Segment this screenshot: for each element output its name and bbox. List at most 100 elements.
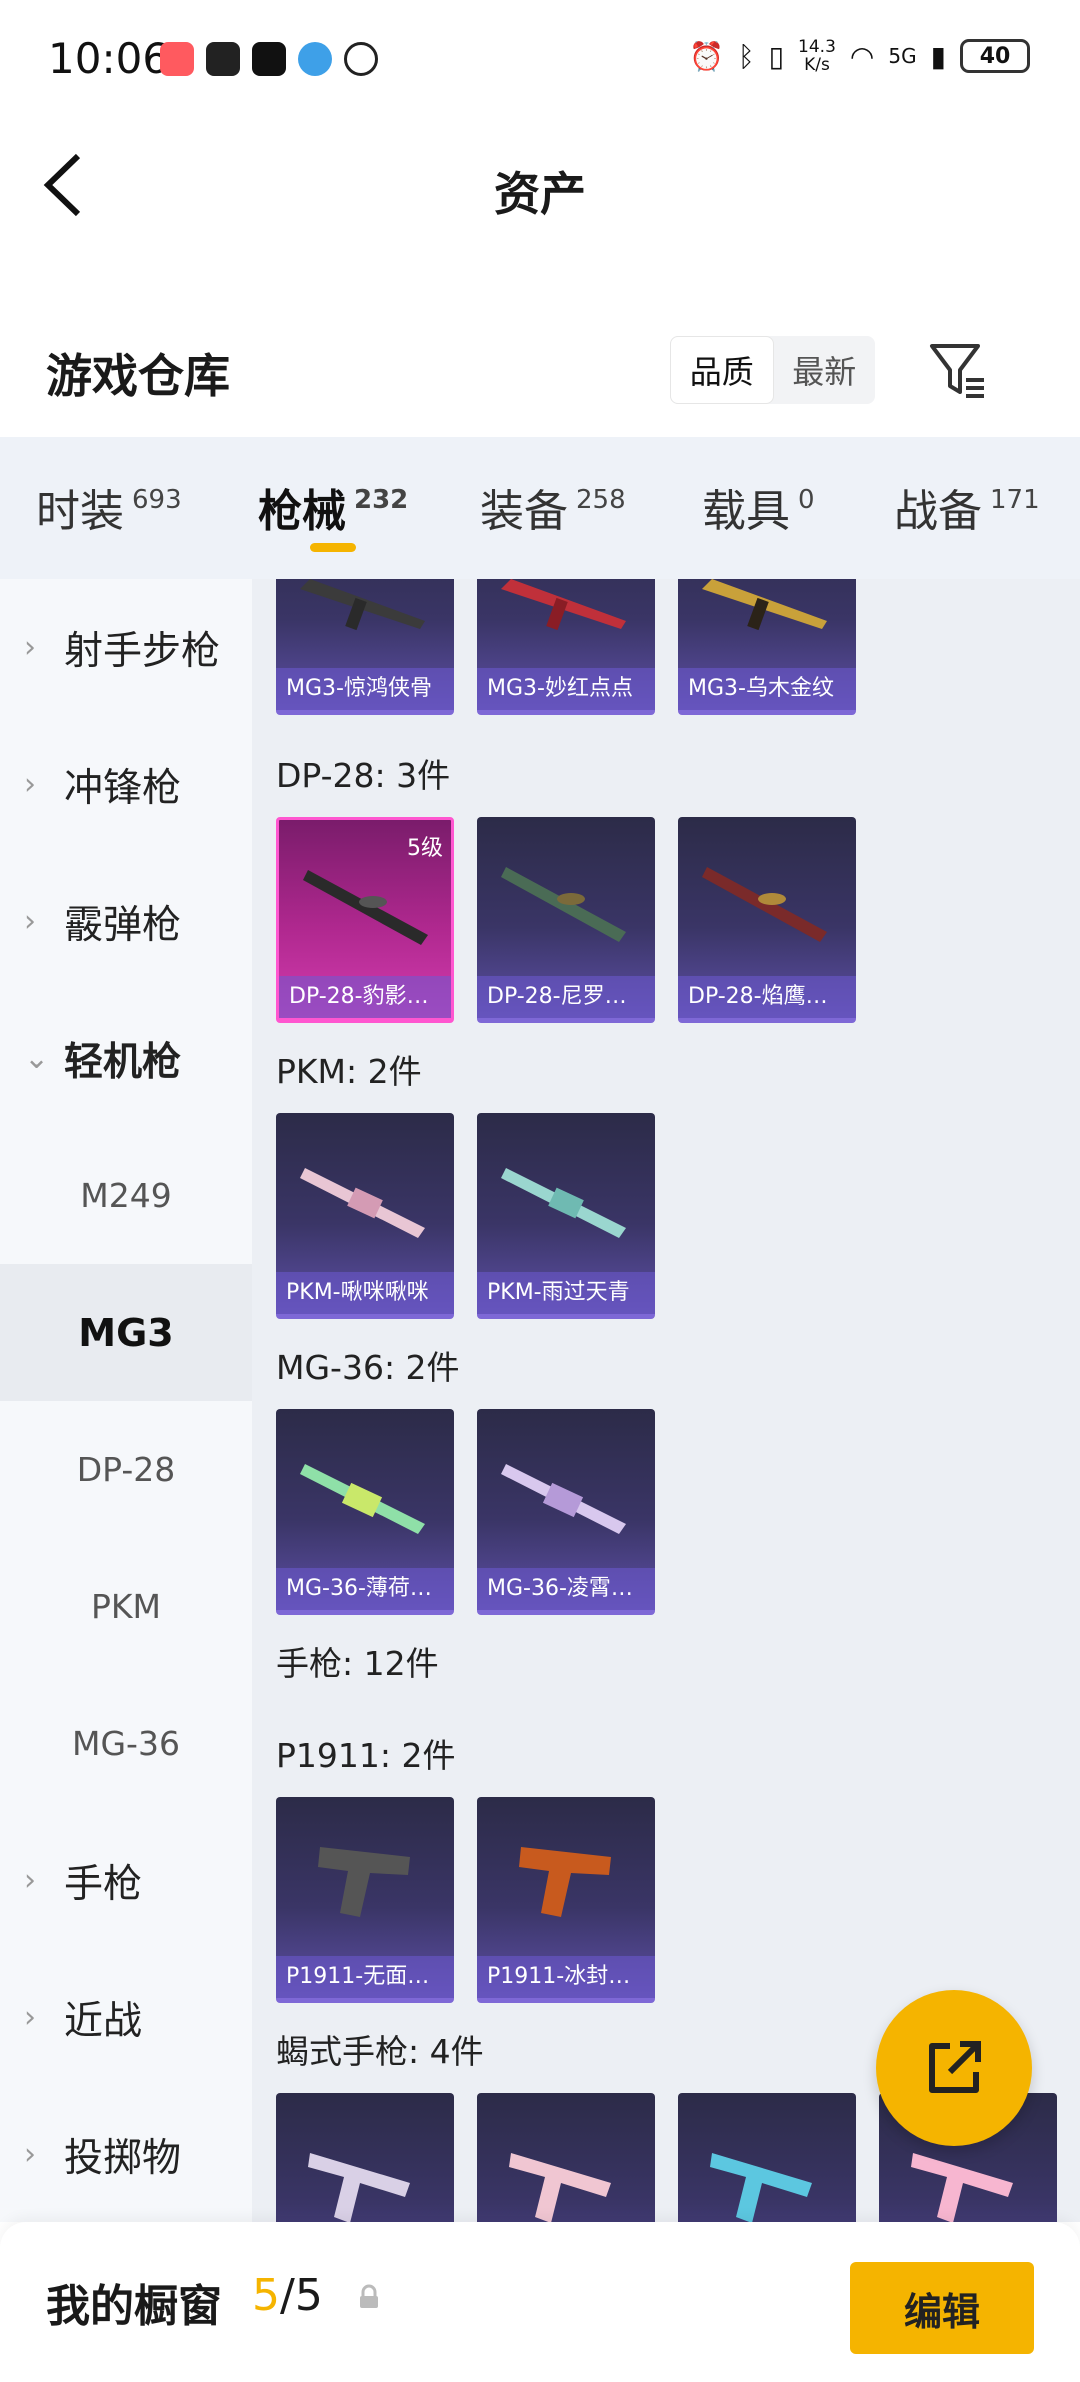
item-card[interactable]: 5级 DP-28-豹影…: [276, 817, 454, 1023]
item-name: PKM-雨过天青: [477, 1272, 655, 1314]
tab-count: 0: [798, 485, 815, 515]
chevron-right-icon: ›: [24, 2000, 36, 2035]
item-card[interactable]: DP-28-尼罗…: [477, 817, 655, 1023]
tab-supplies[interactable]: 战备 171: [894, 475, 1040, 539]
group-title-p1911: P1911: 2件: [276, 1736, 456, 1775]
tab-fashion[interactable]: 时装 693: [36, 475, 182, 539]
sidebar-item-shotgun[interactable]: › 霰弹枪: [0, 853, 252, 990]
item-card[interactable]: PKM-雨过天青: [477, 1113, 655, 1319]
rifle-icon: [300, 1168, 425, 1238]
lock-icon: [360, 2284, 378, 2308]
item-grid: MG3-惊鸿侠骨 MG3-妙红点点 MG3-乌木金纹 DP-28: 3件 5级 …: [252, 579, 1080, 2222]
sidebar-item-label: 轻机枪: [64, 1039, 182, 1085]
sidebar-item-label: 霰弹枪: [64, 902, 182, 948]
item-card[interactable]: P1911-无面…: [276, 1797, 454, 2003]
item-card[interactable]: MG3-妙红点点: [477, 579, 655, 715]
warehouse-title: 游戏仓库: [46, 349, 230, 403]
item-card[interactable]: MG-36-凌霄…: [477, 1409, 655, 1615]
system-icons: ⏰ ᛒ ▯ 14.3 K/s ◠ 5G ▮ 40: [689, 38, 1030, 74]
sidebar-subitem-mg36[interactable]: MG-36: [0, 1675, 252, 1812]
sort-quality-button[interactable]: 品质: [670, 336, 774, 404]
group-title-scorpion: 蝎式手枪: 4件: [276, 2032, 484, 2071]
chevron-right-icon: ›: [24, 2137, 36, 2172]
tab-equipment[interactable]: 装备 258: [480, 475, 626, 539]
showcase-count-current: 5: [252, 2270, 280, 2321]
sidebar-item-marksman[interactable]: › 射手步枪: [0, 579, 252, 716]
chevron-down-icon: ⌄: [24, 1041, 50, 1076]
showcase-count: 5/5: [252, 2270, 323, 2321]
rifle-icon: [300, 1464, 425, 1534]
item-card[interactable]: PKM-啾咪啾咪: [276, 1113, 454, 1319]
sidebar-item-lmg[interactable]: ⌄ 轻机枪: [0, 990, 252, 1127]
item-name: P1911-冰封…: [477, 1956, 655, 1998]
sidebar-item-throwable[interactable]: › 投掷物: [0, 2086, 252, 2223]
sidebar: › 射手步枪 › 冲锋枪 › 霰弹枪 ⌄ 轻机枪 M249 MG3 DP-28 PKM …: [0, 579, 252, 2222]
battery-icon: 40: [960, 39, 1030, 73]
chevron-right-icon: ›: [24, 630, 36, 665]
alarm-icon: ⏰: [688, 39, 724, 73]
item-name: DP-28-豹影…: [279, 976, 451, 1018]
group-title-pkm: PKM: 2件: [276, 1052, 422, 1091]
item-card[interactable]: MG3-乌木金纹: [678, 579, 856, 715]
item-name: DP-28-尼罗…: [477, 976, 655, 1018]
item-card[interactable]: MG-36-薄荷…: [276, 1409, 454, 1615]
item-card[interactable]: [477, 2093, 655, 2222]
item-card[interactable]: P1911-冰封…: [477, 1797, 655, 2003]
net-speed: 14.3 K/s: [798, 38, 836, 74]
eye-icon: [344, 42, 378, 76]
edit-button[interactable]: 编辑: [850, 2262, 1034, 2354]
rifle-icon: [702, 579, 827, 631]
sidebar-subitem-pkm[interactable]: PKM: [0, 1538, 252, 1675]
pistol-icon: [509, 2153, 611, 2222]
sidebar-item-smg[interactable]: › 冲锋枪: [0, 716, 252, 853]
sort-latest-button[interactable]: 最新: [774, 336, 876, 404]
item-name: MG3-乌木金纹: [678, 668, 856, 710]
sidebar-subitem-dp28[interactable]: DP-28: [0, 1401, 252, 1538]
bluetooth-icon: ᛒ: [737, 39, 755, 73]
status-time: 10:06: [48, 34, 170, 83]
network-type: 5G: [888, 44, 917, 68]
app-notification-icon: [206, 42, 240, 76]
tab-label: 时装: [36, 486, 124, 537]
sidebar-subitem-mg3[interactable]: MG3: [0, 1264, 252, 1401]
rifle-icon: [501, 1168, 626, 1238]
item-card[interactable]: MG3-惊鸿侠骨: [276, 579, 454, 715]
app-notification-icon: [160, 42, 194, 76]
rifle-icon: [702, 867, 827, 942]
active-tab-indicator: [310, 543, 356, 552]
rifle-icon: [501, 579, 626, 631]
chevron-right-icon: ›: [24, 1863, 36, 1898]
sidebar-item-melee[interactable]: › 近战: [0, 1949, 252, 2086]
filter-icon[interactable]: [928, 340, 988, 400]
rifle-icon: [501, 1464, 626, 1534]
tab-count: 693: [132, 485, 182, 515]
sidebar-item-label: 冲锋枪: [64, 765, 182, 811]
sidebar-subitem-m249[interactable]: M249: [0, 1127, 252, 1264]
signal-icon: ▮: [930, 39, 946, 73]
sidebar-item-label: 手枪: [64, 1861, 143, 1907]
tab-count: 232: [354, 485, 409, 515]
rifle-icon: [300, 579, 425, 631]
share-button[interactable]: [876, 1990, 1032, 2146]
sidebar-item-pistol[interactable]: › 手枪: [0, 1812, 252, 1949]
group-title-mg36: MG-36: 2件: [276, 1348, 460, 1387]
tab-guns[interactable]: 枪械 232: [258, 475, 408, 539]
item-name: P1911-无面…: [276, 1956, 454, 1998]
tiktok-icon: [252, 42, 286, 76]
group-title-dp28: DP-28: 3件: [276, 756, 451, 795]
group-title-pistol: 手枪: 12件: [276, 1644, 439, 1683]
tab-count: 258: [576, 485, 626, 515]
rifle-icon: [501, 867, 626, 942]
vibrate-icon: ▯: [768, 39, 785, 73]
item-name: PKM-啾咪啾咪: [276, 1272, 454, 1314]
tab-label: 装备: [480, 486, 568, 537]
external-link-icon: [929, 2041, 981, 2093]
pistol-icon: [308, 2153, 410, 2222]
item-card[interactable]: DP-28-焰鹰…: [678, 817, 856, 1023]
item-card[interactable]: [678, 2093, 856, 2222]
tab-vehicles[interactable]: 载具 0: [702, 475, 815, 539]
item-card[interactable]: [276, 2093, 454, 2222]
browser-icon: [298, 42, 332, 76]
item-name: DP-28-焰鹰…: [678, 976, 856, 1018]
pistol-icon: [710, 2153, 812, 2222]
